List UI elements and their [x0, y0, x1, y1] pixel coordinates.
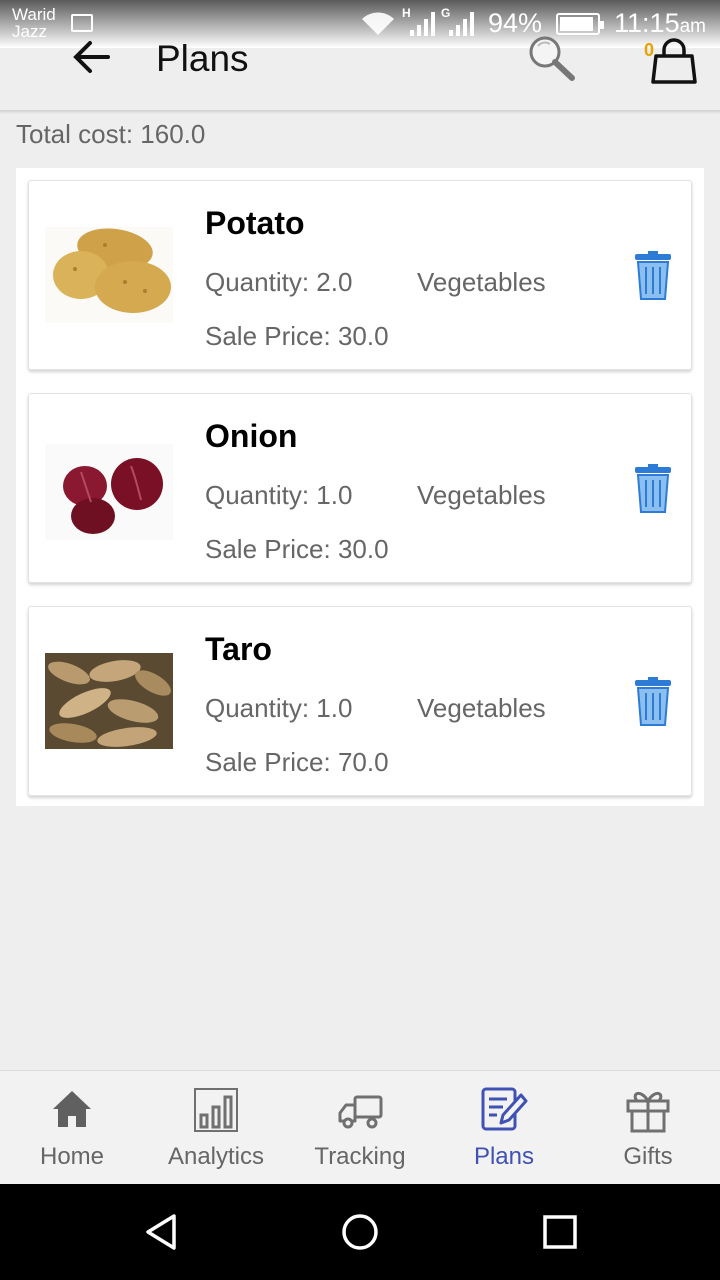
bottom-navigation: Home Analytics Tracking Plans Gifts [0, 1070, 720, 1184]
item-quantity: Quantity: 2.0 [205, 267, 353, 297]
onion-image [45, 444, 173, 540]
recents-square-icon[interactable] [540, 1212, 580, 1252]
plan-item-card[interactable]: Onion Quantity: 1.0 Vegetables Sale Pric… [28, 393, 692, 583]
potato-image [45, 227, 173, 323]
app-bar: Plans 0 [0, 0, 720, 112]
taro-image [45, 653, 173, 749]
item-quantity: Quantity: 1.0 [205, 480, 353, 510]
nav-tracking[interactable]: Tracking [288, 1071, 432, 1185]
trash-icon[interactable] [633, 464, 673, 514]
back-arrow-icon[interactable] [72, 38, 112, 76]
truck-icon [338, 1095, 383, 1129]
edit-note-icon [481, 1087, 528, 1131]
page-title: Plans [156, 38, 249, 79]
item-quantity: Quantity: 1.0 [205, 693, 353, 723]
nav-home-label: Home [39, 1143, 105, 1170]
search-icon[interactable] [526, 34, 578, 82]
nav-plans-label: Plans [473, 1143, 535, 1170]
gift-icon [626, 1092, 670, 1133]
item-sale-price: Sale Price: 30.0 [205, 534, 389, 564]
plan-item-card[interactable]: Taro Quantity: 1.0 Vegetables Sale Price… [28, 606, 692, 796]
system-navigation-bar [0, 1184, 720, 1280]
home-circle-icon[interactable] [340, 1212, 380, 1252]
trash-icon[interactable] [633, 251, 673, 301]
item-category: Vegetables [417, 693, 546, 723]
nav-tracking-label: Tracking [314, 1143, 406, 1170]
nav-home[interactable]: Home [0, 1071, 144, 1185]
nav-analytics-label: Analytics [167, 1143, 265, 1170]
nav-plans[interactable]: Plans [432, 1071, 576, 1185]
item-category: Vegetables [417, 480, 546, 510]
trash-icon[interactable] [633, 677, 673, 727]
plan-list: Potato Quantity: 2.0 Vegetables Sale Pri… [16, 168, 704, 806]
nav-analytics[interactable]: Analytics [144, 1071, 288, 1185]
home-icon [53, 1091, 91, 1127]
item-name: Taro [205, 631, 272, 667]
item-name: Onion [205, 418, 298, 454]
total-cost: Total cost: 160.0 [16, 119, 206, 149]
item-sale-price: Sale Price: 70.0 [205, 747, 389, 777]
back-triangle-icon[interactable] [142, 1212, 182, 1252]
app-bar-shadow [0, 110, 720, 114]
cart-count-badge: 0 [644, 40, 655, 60]
item-category: Vegetables [417, 267, 546, 297]
item-sale-price: Sale Price: 30.0 [205, 321, 389, 351]
shopping-bag-icon[interactable] [650, 38, 698, 86]
item-name: Potato [205, 205, 305, 241]
nav-gifts[interactable]: Gifts [576, 1071, 720, 1185]
plan-item-card[interactable]: Potato Quantity: 2.0 Vegetables Sale Pri… [28, 180, 692, 370]
bar-chart-icon [194, 1088, 238, 1132]
nav-gifts-label: Gifts [623, 1143, 673, 1170]
